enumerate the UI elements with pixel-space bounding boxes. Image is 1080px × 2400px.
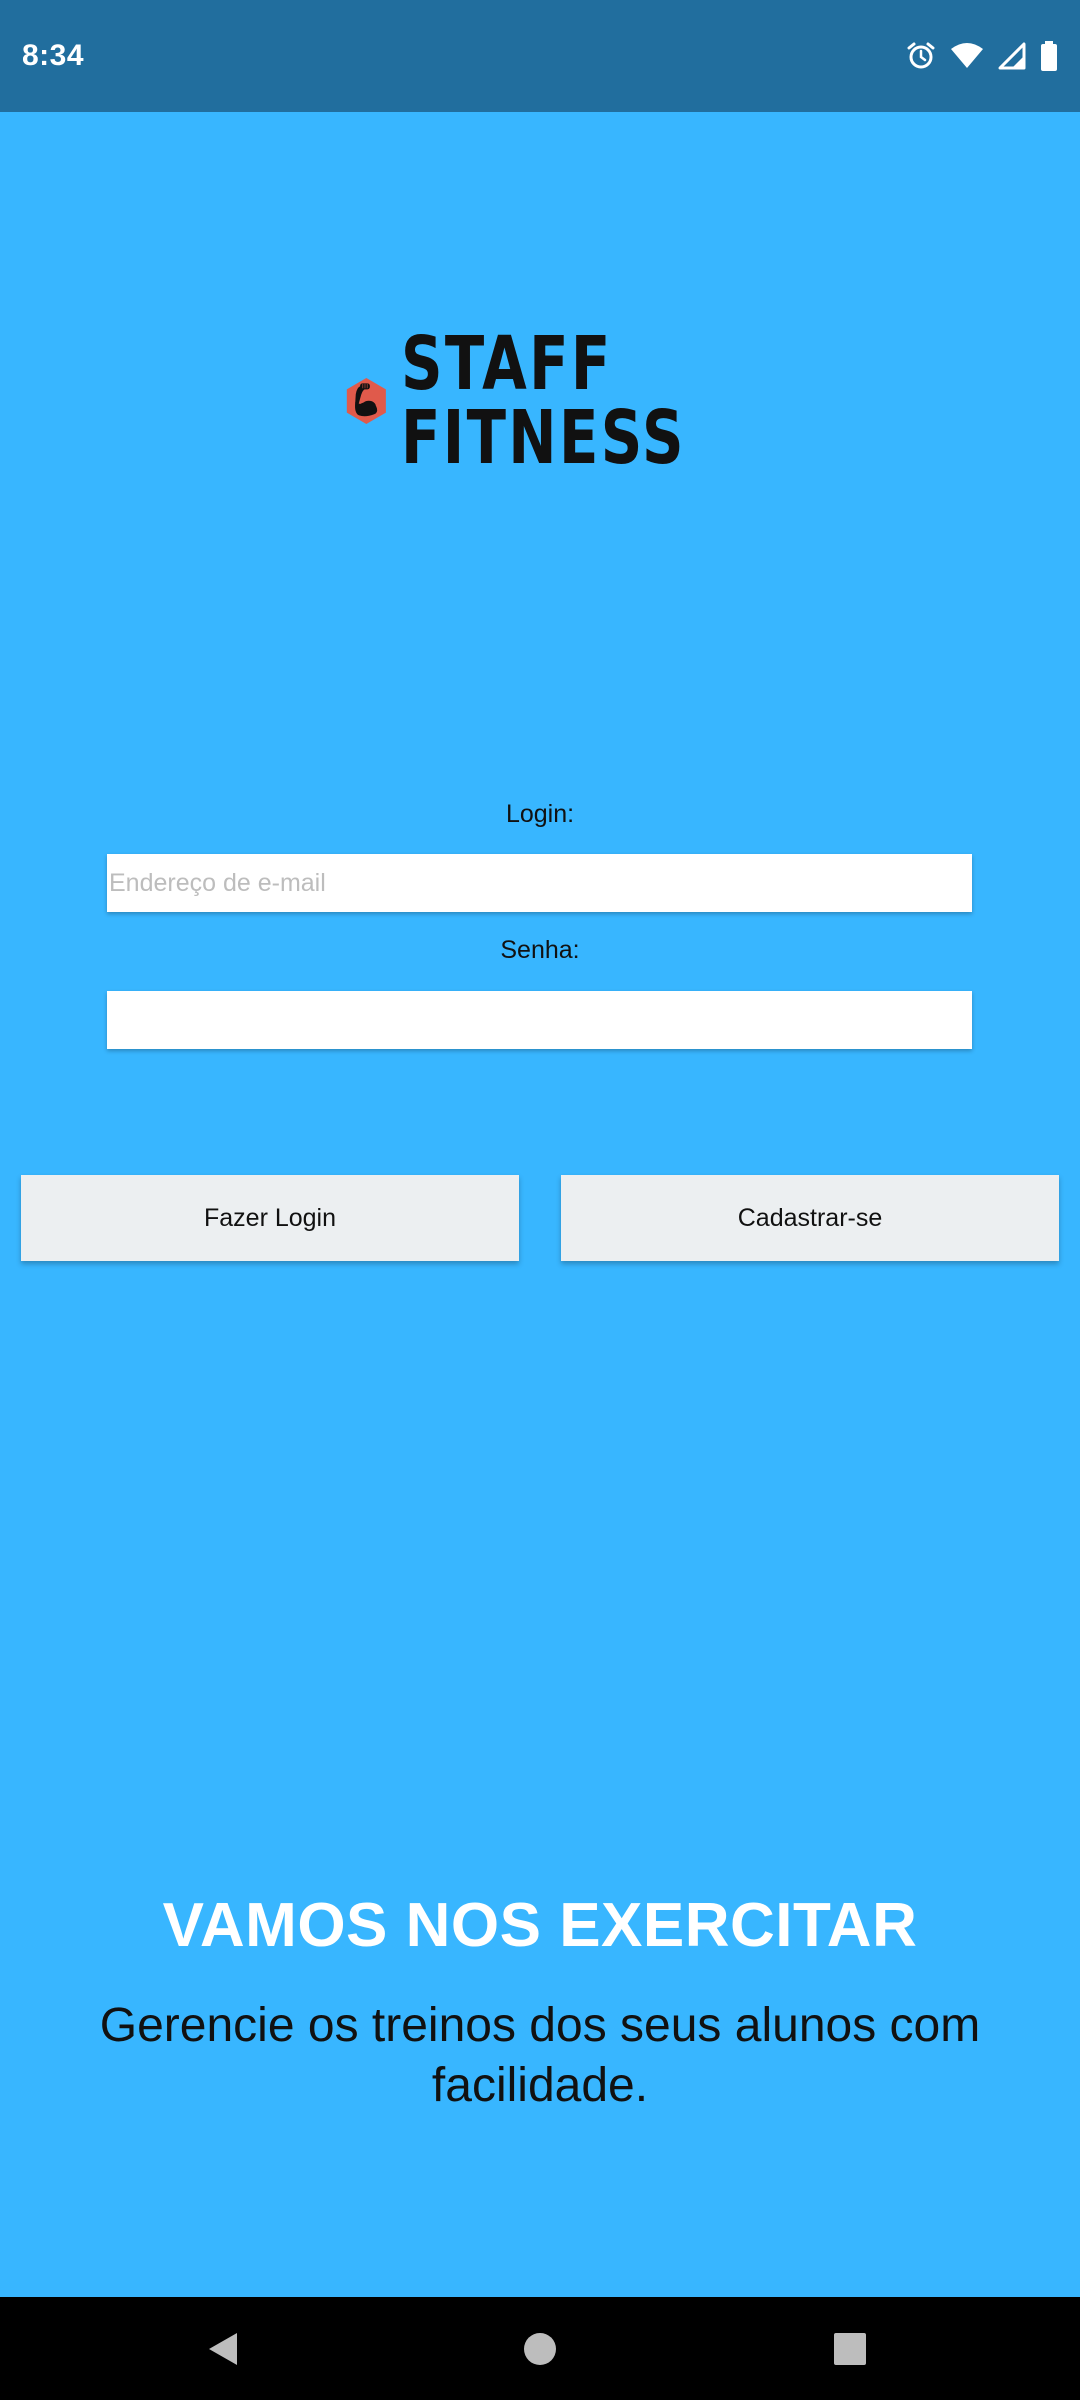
email-field[interactable] bbox=[107, 854, 972, 912]
login-screen: 8:34 STAFF FITNESS Login: Endereço de e-… bbox=[0, 0, 1080, 2400]
logo-line-2: FITNESS bbox=[400, 395, 686, 481]
password-field[interactable] bbox=[107, 991, 972, 1049]
system-nav-bar bbox=[0, 2297, 1080, 2400]
status-time: 8:34 bbox=[22, 39, 85, 72]
register-button[interactable]: Cadastrar-se bbox=[561, 1175, 1059, 1261]
password-label: Senha: bbox=[500, 936, 580, 964]
status-icons bbox=[906, 41, 1058, 71]
home-icon[interactable] bbox=[518, 2327, 562, 2371]
wifi-icon bbox=[950, 42, 984, 70]
app-logo: STAFF FITNESS bbox=[346, 316, 766, 486]
logo-line-1: STAFF bbox=[400, 321, 613, 407]
signal-icon bbox=[998, 42, 1026, 70]
recents-icon[interactable] bbox=[828, 2327, 872, 2371]
promo-headline: VAMOS NOS EXERCITAR bbox=[162, 1891, 918, 1960]
promo-subtitle: Gerencie os treinos dos seus alunos com … bbox=[99, 1999, 981, 2112]
back-icon[interactable] bbox=[203, 2327, 247, 2371]
status-bar: 8:34 bbox=[0, 0, 1080, 112]
flexed-arm-icon bbox=[346, 377, 386, 425]
logo-wordmark: STAFF FITNESS bbox=[401, 327, 686, 475]
login-label: Login: bbox=[505, 800, 575, 828]
alarm-icon bbox=[906, 41, 936, 71]
battery-icon bbox=[1040, 41, 1058, 71]
login-button[interactable]: Fazer Login bbox=[21, 1175, 519, 1261]
